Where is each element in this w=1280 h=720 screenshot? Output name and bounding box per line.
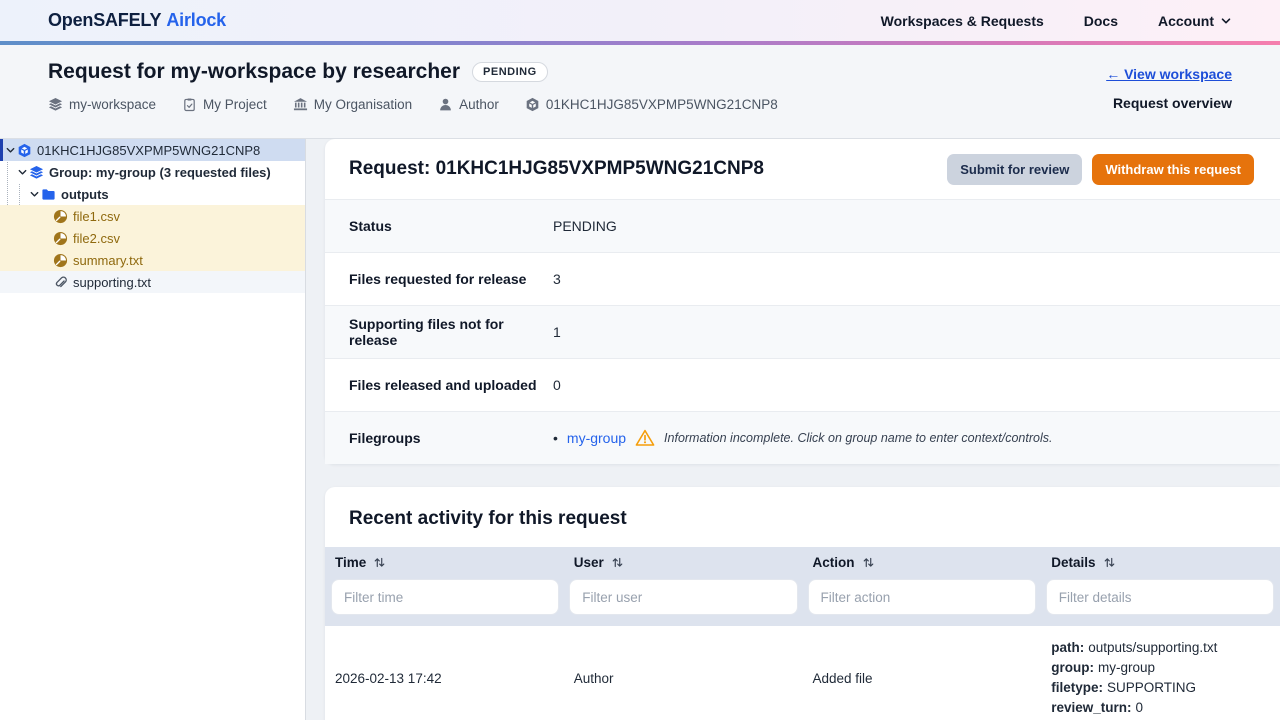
bullet-point — [553, 430, 558, 446]
meta-author: Author — [438, 97, 499, 112]
tree-item-supporting[interactable]: supporting.txt — [0, 271, 305, 293]
view-workspace-link[interactable]: ← View workspace — [1106, 66, 1232, 82]
bank-icon — [293, 97, 308, 112]
sort-icon[interactable] — [1103, 556, 1116, 569]
tree-item-group[interactable]: Group: my-group (3 requested files) — [0, 161, 305, 183]
request-overview-card: Request: 01KHC1HJG85VXPMP5WNG21CNP8 Subm… — [325, 139, 1280, 464]
cube-icon — [525, 97, 540, 112]
layers-icon — [29, 165, 44, 180]
meta-workspace: my-workspace — [48, 97, 156, 112]
filegroup-warning-note: Information incomplete. Click on group n… — [664, 431, 1052, 445]
app-logo[interactable]: OpenSAFELYAirlock — [48, 10, 226, 31]
column-header-action[interactable]: Action — [803, 547, 1042, 578]
request-details-table: Status PENDING Files requested for relea… — [325, 199, 1280, 464]
output-file-icon — [53, 253, 68, 268]
chevron-down-icon[interactable] — [27, 189, 41, 200]
activity-action-cell: Added file — [803, 638, 1042, 718]
nav-links: Workspaces & Requests Docs Account — [881, 13, 1232, 29]
activity-filter-row — [325, 578, 1280, 626]
cube-icon — [17, 143, 32, 158]
filegroup-link[interactable]: my-group — [567, 430, 626, 446]
page-title: Request for my-workspace by researcher — [48, 60, 460, 84]
column-header-details[interactable]: Details — [1041, 547, 1280, 578]
chevron-down-icon — [1220, 15, 1232, 27]
recent-activity-card: Recent activity for this request Time Us… — [325, 487, 1280, 720]
top-navbar: OpenSAFELYAirlock Workspaces & Requests … — [0, 0, 1280, 41]
activity-title: Recent activity for this request — [349, 508, 1256, 530]
page-header: Request for my-workspace by researcher P… — [0, 45, 1280, 139]
activity-row: 2026-02-13 17:42 Author Added file path:… — [325, 626, 1280, 720]
request-overview-label: Request overview — [1113, 95, 1232, 111]
detail-row-status: Status PENDING — [325, 199, 1280, 252]
withdraw-request-button[interactable]: Withdraw this request — [1092, 154, 1254, 185]
tree-item-outputs-folder[interactable]: outputs — [0, 183, 305, 205]
layers-icon — [48, 97, 63, 112]
logo-secondary: Airlock — [166, 10, 226, 30]
sort-icon[interactable] — [862, 556, 875, 569]
content-area: 01KHC1HJG85VXPMP5WNG21CNP8 Group: my-gro… — [0, 139, 1280, 720]
tree-item-summary[interactable]: summary.txt — [0, 249, 305, 271]
main-panel: Request: 01KHC1HJG85VXPMP5WNG21CNP8 Subm… — [306, 139, 1280, 720]
file-tree-sidebar: 01KHC1HJG85VXPMP5WNG21CNP8 Group: my-gro… — [0, 139, 306, 720]
detail-row-files-released: Files released and uploaded 0 — [325, 358, 1280, 411]
chevron-down-icon[interactable] — [15, 167, 29, 178]
page-header-right: ← View workspace Request overview — [1106, 60, 1232, 138]
nav-account-menu[interactable]: Account — [1158, 13, 1232, 29]
detail-row-files-requested: Files requested for release 3 — [325, 252, 1280, 305]
column-header-time[interactable]: Time — [325, 547, 564, 578]
nav-docs[interactable]: Docs — [1084, 13, 1118, 29]
detail-row-supporting-files: Supporting files not for release 1 — [325, 305, 1280, 358]
filter-time-input[interactable] — [331, 579, 559, 615]
user-icon — [438, 97, 453, 112]
column-header-user[interactable]: User — [564, 547, 803, 578]
filter-user-input[interactable] — [569, 579, 797, 615]
logo-primary: OpenSAFELY — [48, 10, 161, 30]
sort-icon[interactable] — [373, 556, 386, 569]
filter-details-input[interactable] — [1046, 579, 1274, 615]
request-card-title: Request: 01KHC1HJG85VXPMP5WNG21CNP8 — [349, 158, 764, 180]
tree-item-file1[interactable]: file1.csv — [0, 205, 305, 227]
activity-user-cell: Author — [564, 638, 803, 718]
sort-icon[interactable] — [611, 556, 624, 569]
page-header-left: Request for my-workspace by researcher P… — [48, 60, 778, 138]
meta-request-id: 01KHC1HJG85VXPMP5WNG21CNP8 — [525, 97, 778, 112]
tree-item-request-root[interactable]: 01KHC1HJG85VXPMP5WNG21CNP8 — [0, 139, 305, 161]
filter-action-input[interactable] — [808, 579, 1036, 615]
folder-icon — [41, 187, 56, 202]
warning-icon — [635, 428, 655, 448]
clipboard-icon — [182, 97, 197, 112]
nav-workspaces-requests[interactable]: Workspaces & Requests — [881, 13, 1044, 29]
meta-project: My Project — [182, 97, 267, 112]
submit-for-review-button[interactable]: Submit for review — [947, 154, 1082, 185]
activity-details-cell: path:outputs/supporting.txt group:my-gro… — [1041, 638, 1280, 718]
tree-item-file2[interactable]: file2.csv — [0, 227, 305, 249]
activity-table-header: Time User Action Details — [325, 547, 1280, 578]
chevron-down-icon[interactable] — [3, 145, 17, 156]
detail-row-filegroups: Filegroups my-group Information incomple… — [325, 411, 1280, 464]
paperclip-icon — [53, 275, 68, 290]
meta-organisation: My Organisation — [293, 97, 412, 112]
breadcrumb: my-workspace My Project My Organisation … — [48, 97, 778, 112]
status-badge: PENDING — [472, 62, 548, 82]
output-file-icon — [53, 209, 68, 224]
output-file-icon — [53, 231, 68, 246]
activity-time-cell: 2026-02-13 17:42 — [325, 638, 564, 718]
